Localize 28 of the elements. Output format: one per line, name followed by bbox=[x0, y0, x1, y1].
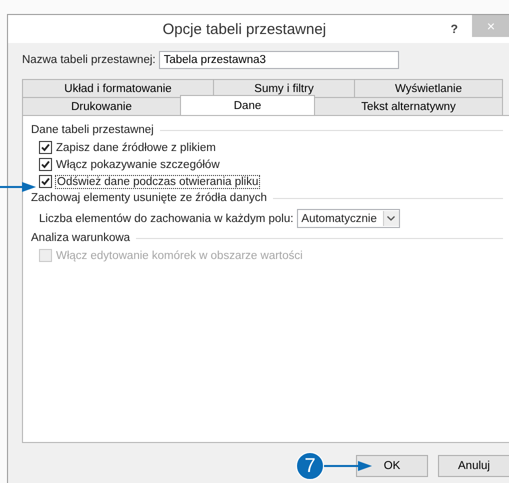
checkbox[interactable] bbox=[39, 141, 52, 154]
tab[interactable]: Wyświetlanie bbox=[354, 79, 503, 97]
checkbox-label: Włącz edytowanie komórek w obszarze wartości bbox=[56, 250, 303, 262]
dropdown-label: Liczba elementów do zachowania w każdym polu: bbox=[39, 212, 294, 224]
group-title: Dane tabeli przestawnej bbox=[31, 124, 154, 136]
group-title: Analiza warunkowa bbox=[31, 232, 130, 244]
step-badge: 7 bbox=[296, 452, 324, 480]
checkbox[interactable] bbox=[39, 175, 52, 188]
dialog-button[interactable]: Anuluj bbox=[438, 455, 509, 477]
window-title: Opcje tabeli przestawnej bbox=[162, 20, 328, 38]
group-title: Zachowaj elementy usunięte ze źródła danych bbox=[31, 192, 267, 204]
checkbox-label: Włącz pokazywanie szczegółów bbox=[56, 158, 220, 170]
tab[interactable]: Sumy i filtry bbox=[213, 79, 355, 97]
name-field[interactable]: Tabela przestawna3 bbox=[158, 51, 399, 69]
help-button[interactable]: ? bbox=[450, 22, 458, 36]
checkbox-label: Zapisz dane źródłowe z plikiem bbox=[56, 142, 216, 154]
dialog-button[interactable]: OK bbox=[356, 455, 428, 477]
arrow-icon bbox=[0, 181, 36, 193]
checkbox[interactable] bbox=[39, 158, 52, 171]
tab[interactable]: Drukowanie bbox=[22, 97, 181, 115]
chevron-down-icon bbox=[387, 216, 396, 221]
dropdown[interactable]: Automatycznie bbox=[297, 209, 400, 228]
arrow-icon bbox=[324, 460, 372, 472]
tab[interactable]: Układ i formatowanie bbox=[22, 79, 214, 97]
checkbox-label: Odśwież dane podczas otwierania pliku bbox=[56, 176, 260, 188]
tab[interactable]: Tekst alternatywny bbox=[314, 97, 503, 115]
tab[interactable]: Dane bbox=[180, 95, 315, 115]
name-label: Nazwa tabeli przestawnej: bbox=[22, 54, 156, 66]
